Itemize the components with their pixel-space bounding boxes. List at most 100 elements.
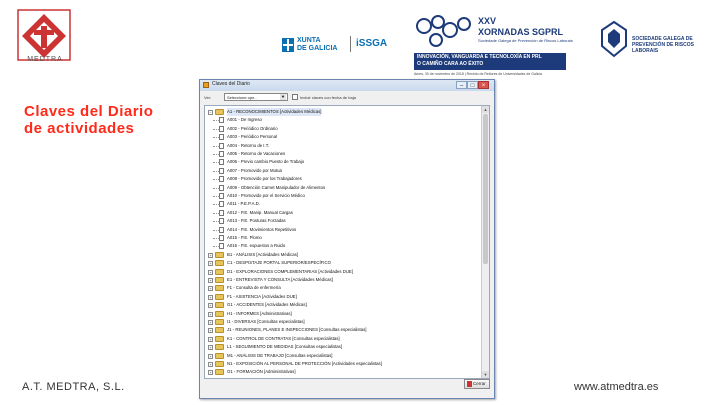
sgprl-text: SOCIEDADE GALEGA DE PREVENCIÓN DE RISCOS… [632, 36, 694, 54]
jornadas-banner-line2: O CAMIÑO CARA AO ÉXITO [417, 61, 484, 67]
tree-item-row[interactable]: A010 - Promovido por el Servicio Médico [205, 192, 477, 200]
tree-group-row[interactable]: + O1 - FORMACIÓN [Administrativas] [205, 368, 477, 376]
dialog-titlebar[interactable]: Claves del Diario – □ × [200, 80, 494, 91]
tree-row-label: B1 - ANÁLISIS [Actividades Médicas] [227, 251, 298, 257]
include-inactive-checkbox[interactable] [292, 94, 298, 100]
footer-website[interactable]: www.atmedtra.es [574, 381, 658, 393]
claves-dialog: Claves del Diario – □ × Ver: Seleccione … [199, 79, 495, 399]
jornadas-banner: INNOVACIÓN, VANGUARDA E TECNOLOXÍA EN PR… [414, 53, 566, 70]
tree-item-row[interactable]: A008 - Promovido por los Trabajadores [205, 175, 477, 183]
tree-row-label: A008 - Promovido por los Trabajadores [227, 176, 302, 182]
issga-logo: iSSGA [356, 38, 388, 49]
tree-row-label: N1 - EXPOSICIÓN AL PERSONAL DE PROTECCIÓ… [227, 361, 382, 366]
expand-icon[interactable]: + [208, 261, 213, 267]
xunta-logo: XUNTA DE GALICIA [282, 34, 346, 56]
document-icon [219, 176, 224, 183]
tree-row-label: A014 - P.E. Movimientos Repetitivos [227, 226, 297, 232]
tree-row-label: A005 - Retorno de Vacaciones [227, 151, 286, 156]
tree-item-row[interactable]: A009 - Obtención Carnet Manipulador de A… [205, 184, 477, 192]
document-icon [219, 159, 224, 166]
folder-icon [215, 335, 224, 342]
expand-icon[interactable]: + [208, 311, 213, 317]
sgprl-logo-icon [601, 20, 627, 58]
tree-group-row[interactable]: + E1 - ENTREVISTA Y CONSULTA [Actividades… [205, 276, 477, 284]
tree-item-row[interactable]: A007 - Promovido por Mutua [205, 167, 477, 175]
scroll-thumb[interactable] [483, 114, 488, 264]
tree-row-label: A012 - P.E. Manip. Manual Cargas [227, 209, 293, 215]
operation-select[interactable]: Seleccione ope.. [224, 93, 288, 101]
expand-icon[interactable]: + [208, 286, 213, 292]
tree-item-row[interactable]: A012 - P.E. Manip. Manual Cargas [205, 209, 477, 217]
tree-group-row[interactable]: + M1 - ANÁLISIS DE TRABAJO [Consultas esp… [205, 352, 477, 360]
include-inactive-label: Incluir claves con fecha de baja [300, 95, 356, 100]
tree-item-row[interactable]: A004 - Retorno de I.T. [205, 142, 477, 150]
expand-icon[interactable]: + [208, 362, 213, 367]
jornadas-date: Ames, 30 de novembro de 2018 | Recinto d… [414, 72, 542, 76]
expand-icon[interactable]: + [208, 278, 213, 283]
claves-tree[interactable]: − A1 - RECONOCIMIENTOS [Actividades Médic… [204, 105, 490, 379]
expand-icon[interactable]: + [208, 252, 213, 258]
chevron-down-icon[interactable]: ▼ [280, 94, 286, 100]
expand-icon[interactable]: + [208, 370, 213, 376]
tree-group-row[interactable]: + F1 - Consulta de enfermería [205, 284, 477, 292]
tree-group-row[interactable]: + F1 - ASISTENCIA [Actividades DUE] [205, 293, 477, 301]
folder-icon [215, 277, 224, 283]
document-icon [219, 218, 224, 225]
tree-item-row[interactable]: A005 - Retorno de Vacaciones [205, 150, 477, 158]
tree-scrollbar[interactable]: ▲ ▼ [481, 106, 489, 378]
folder-icon [215, 369, 224, 376]
tree-group-row[interactable]: + G1 - ACCIDENTES [Actividades Médicas] [205, 301, 477, 309]
tree-item-row[interactable]: A006 - Previo cambio Puesto de Trabajo [205, 158, 477, 166]
close-window-button[interactable]: × [478, 81, 489, 89]
tree-row-label: A006 - Previo cambio Puesto de Trabajo [227, 159, 305, 165]
collapse-icon[interactable]: − [208, 110, 213, 115]
tree-item-row[interactable]: A013 - P.E. Posturas Forzadas [205, 217, 477, 225]
expand-icon[interactable]: + [208, 269, 213, 275]
tree-group-row[interactable]: + J1 - REUNIONES, PLANES E INSPECCIONES [… [205, 326, 477, 334]
tree-group-row[interactable]: − A1 - RECONOCIMIENTOS [Actividades Médic… [205, 108, 477, 116]
tree-group-row[interactable]: + I1 - DIVERSAS [Consultas especialistas] [205, 318, 477, 326]
document-icon [219, 142, 224, 149]
tree-row-label: I1 - DIVERSAS [Consultas especialistas] [227, 319, 305, 324]
tree-row-label: A010 - Promovido por el Servicio Médico [227, 193, 305, 198]
tree-group-row[interactable]: + D1 - EXPLORACIONES COMPLEMENTARIAS [Act… [205, 268, 477, 276]
document-icon [219, 226, 224, 233]
tree-group-row[interactable]: + C1 - DESPISTAJE PORTAL SUPERIOR/ESPECÍF… [205, 259, 477, 267]
medtra-wordmark: MEDTRA [27, 56, 63, 63]
minimize-button[interactable]: – [456, 81, 467, 89]
slide-title-line2: de actividades [24, 120, 135, 137]
tree-group-row[interactable]: + L1 - SEGUIMIENTO DE MEDIDAS [Consultas … [205, 343, 477, 351]
cerrar-button[interactable]: Cerrar [464, 379, 490, 389]
tree-item-row[interactable]: A014 - P.E. Movimientos Repetitivos [205, 226, 477, 234]
tree-group-row[interactable]: + B1 - ANÁLISIS [Actividades Médicas] [205, 251, 477, 259]
tree-item-row[interactable]: A003 - Periódico Personal [205, 133, 477, 141]
tree-row-label: M1 - ANÁLISIS DE TRABAJO [Consultas espe… [227, 352, 333, 358]
expand-icon[interactable]: + [208, 336, 213, 342]
tree-row-label: C1 - DESPISTAJE PORTAL SUPERIOR/ESPECÍFI… [227, 260, 331, 266]
tree-item-row[interactable]: A002 - Periódico Ordinario [205, 125, 477, 133]
scroll-up-icon[interactable]: ▲ [482, 106, 489, 113]
slide-title-line1: Claves del Diario [24, 103, 154, 120]
document-icon [219, 134, 224, 141]
tree-item-row[interactable]: A015 - P.E. Plomo [205, 234, 477, 242]
maximize-button[interactable]: □ [467, 81, 478, 89]
expand-icon[interactable]: + [208, 294, 213, 300]
tree-group-row[interactable]: + K1 - CONTROL DE CONTRATAS [Consultas es… [205, 335, 477, 343]
tree-row-label: A015 - P.E. Plomo [227, 235, 262, 240]
tree-row-label: E1 - ENTREVISTA Y CONSULTA [Actividades … [227, 277, 333, 282]
expand-icon[interactable]: + [208, 303, 213, 309]
tree-item-row[interactable]: A011 - P.E.P.A.D. [205, 200, 477, 208]
tree-row-label: A003 - Periódico Personal [227, 134, 277, 140]
tree-group-row[interactable]: + N1 - EXPOSICIÓN AL PERSONAL DE PROTECCI… [205, 360, 477, 368]
expand-icon[interactable]: + [208, 353, 213, 359]
expand-icon[interactable]: + [208, 320, 213, 325]
document-icon [219, 151, 224, 157]
tree-item-row[interactable]: A016 - P.E. expuestos a Ruido [205, 242, 477, 250]
expand-icon[interactable]: + [208, 328, 213, 334]
scroll-down-icon[interactable]: ▼ [482, 371, 489, 378]
expand-icon[interactable]: + [208, 345, 213, 351]
tree-item-row[interactable]: A001 - De Ingreso [205, 116, 477, 124]
folder-icon [215, 251, 224, 258]
tree-group-row[interactable]: + H1 - INFORMES [Administrativas] [205, 310, 477, 318]
document-icon [219, 243, 224, 250]
